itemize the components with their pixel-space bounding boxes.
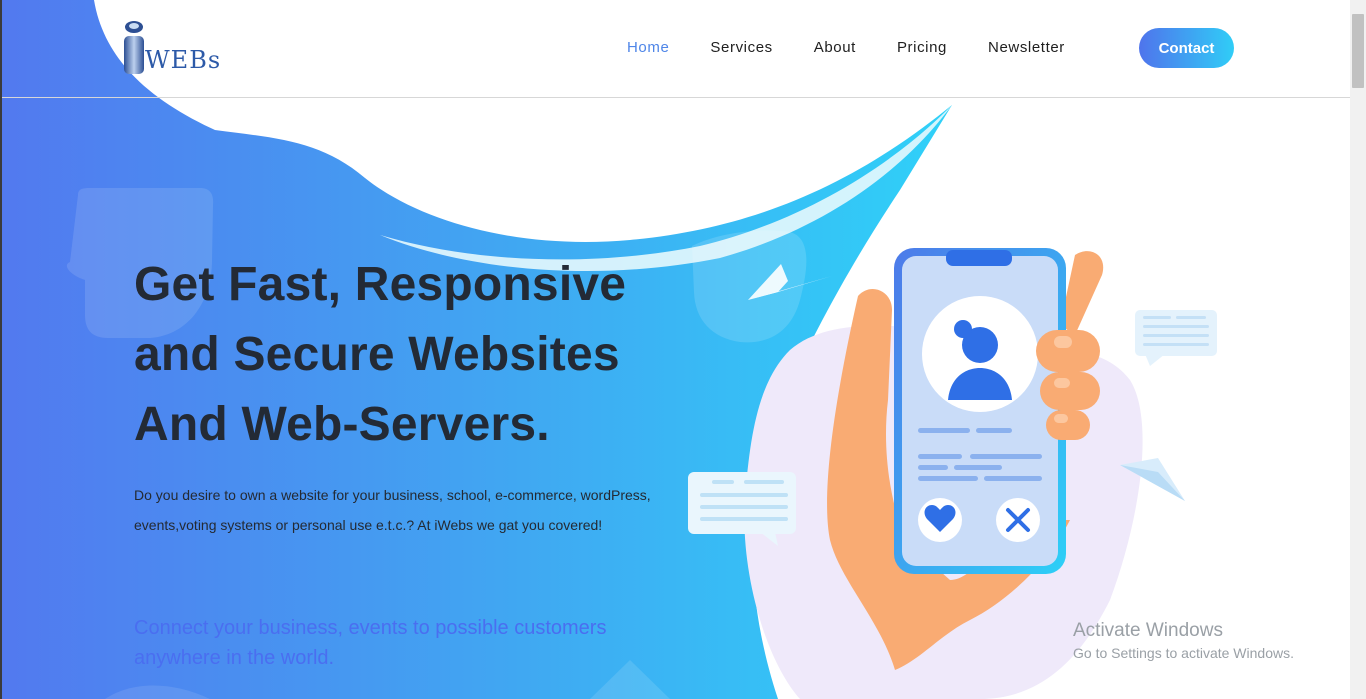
main-nav: Home Services About Pricing Newsletter (627, 39, 1106, 56)
hero-title: Get Fast, Responsive and Secure Websites… (134, 250, 694, 460)
contact-button[interactable]: Contact (1139, 28, 1234, 68)
iwebs-logo[interactable]: WEBs (120, 18, 246, 80)
vertical-scrollbar[interactable] (1350, 0, 1366, 699)
hero-description: Do you desire to own a website for your … (134, 487, 651, 533)
hero-title-line-1: Get Fast, Responsive (134, 258, 627, 311)
page: WEBs Home Services About Pricing Newslet… (0, 0, 1366, 699)
nav-newsletter[interactable]: Newsletter (988, 39, 1065, 56)
hero-title-line-3: And Web-Servers. (134, 398, 550, 451)
logo-text: WEBs (145, 46, 221, 74)
navbar: WEBs Home Services About Pricing Newslet… (0, 0, 1350, 98)
watermark-subtitle: Go to Settings to activate Windows. (1073, 645, 1294, 661)
windows-activation-watermark: Activate Windows Go to Settings to activ… (1073, 620, 1294, 663)
profile-avatar-icon (922, 296, 1038, 412)
nav-services[interactable]: Services (710, 39, 772, 56)
nav-about[interactable]: About (814, 39, 856, 56)
nav-pricing[interactable]: Pricing (897, 39, 947, 56)
watermark-title: Activate Windows (1073, 620, 1223, 641)
hero-title-line-2: and Secure Websites (134, 328, 620, 381)
close-icon (996, 498, 1040, 542)
nav-home[interactable]: Home (627, 39, 669, 56)
smartphone-icon (894, 248, 1066, 574)
hero-tagline: Connect your business, events to possibl… (134, 617, 607, 669)
scrollbar-thumb[interactable] (1352, 14, 1364, 88)
chat-bubble-icon (1135, 310, 1217, 366)
hero-illustration (680, 100, 1240, 699)
window-edge (0, 0, 2, 699)
paper-plane-icon (748, 264, 832, 300)
heart-icon (918, 498, 962, 542)
